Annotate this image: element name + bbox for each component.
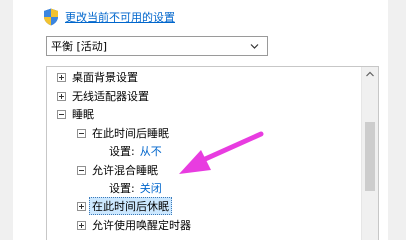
annotation-arrow (179, 131, 264, 174)
advanced-power-settings-pane: 更改当前不可用的设置 平衡 [活动] 桌面背景设置 无线适配器设置 睡眠 在此时… (13, 0, 388, 240)
tree-item-sleep[interactable]: 睡眠 (57, 106, 94, 122)
tree-vertical-scrollbar[interactable] (361, 67, 378, 240)
tree-item-label: 睡眠 (72, 108, 94, 121)
tree-item-label: 在此时间后休眠 (89, 197, 172, 215)
tree-item-label: 桌面背景设置 (72, 71, 138, 84)
setting-sleep-after[interactable]: 设置: 从不 (109, 143, 162, 159)
collapse-toggle-icon[interactable] (77, 128, 86, 138)
setting-label: 设置: (109, 145, 135, 158)
scroll-up-arrow-icon[interactable] (366, 71, 374, 77)
tree-item-label: 在此时间后睡眠 (92, 127, 169, 140)
tree-item-label: 无线适配器设置 (72, 90, 149, 103)
collapse-toggle-icon[interactable] (77, 165, 86, 175)
change-unavailable-settings[interactable]: 更改当前不可用的设置 (43, 8, 175, 26)
power-plan-selected-value: 平衡 [活动] (51, 40, 108, 53)
tree-item-desktop-background[interactable]: 桌面背景设置 (57, 69, 138, 85)
tree-item-hybrid-sleep[interactable]: 允许混合睡眠 (77, 162, 158, 178)
scrollbar-thumb[interactable] (365, 122, 375, 191)
uac-shield-icon (44, 8, 58, 26)
collapse-toggle-icon[interactable] (57, 109, 66, 119)
chevron-down-icon (250, 44, 259, 49)
setting-hybrid-sleep[interactable]: 设置: 关闭 (109, 180, 162, 196)
setting-value[interactable]: 从不 (140, 143, 162, 159)
power-plan-dropdown[interactable]: 平衡 [活动] (46, 36, 268, 56)
expand-toggle-icon[interactable] (57, 91, 66, 101)
tree-item-label: 允许使用唤醒定时器 (92, 219, 191, 232)
tree-item-wireless-adapter[interactable]: 无线适配器设置 (57, 88, 149, 104)
setting-value[interactable]: 关闭 (140, 180, 162, 196)
change-settings-link-text[interactable]: 更改当前不可用的设置 (65, 9, 175, 25)
tree-item-sleep-after[interactable]: 在此时间后睡眠 (77, 125, 169, 141)
tree-item-wake-timers[interactable]: 允许使用唤醒定时器 (77, 217, 191, 233)
tree-item-hibernate-after[interactable]: 在此时间后休眠 (77, 197, 172, 215)
setting-label: 设置: (109, 182, 135, 195)
expand-toggle-icon[interactable] (57, 72, 66, 82)
expand-toggle-icon[interactable] (77, 220, 86, 230)
expand-toggle-icon[interactable] (77, 201, 86, 211)
tree-item-label: 允许混合睡眠 (92, 164, 158, 177)
